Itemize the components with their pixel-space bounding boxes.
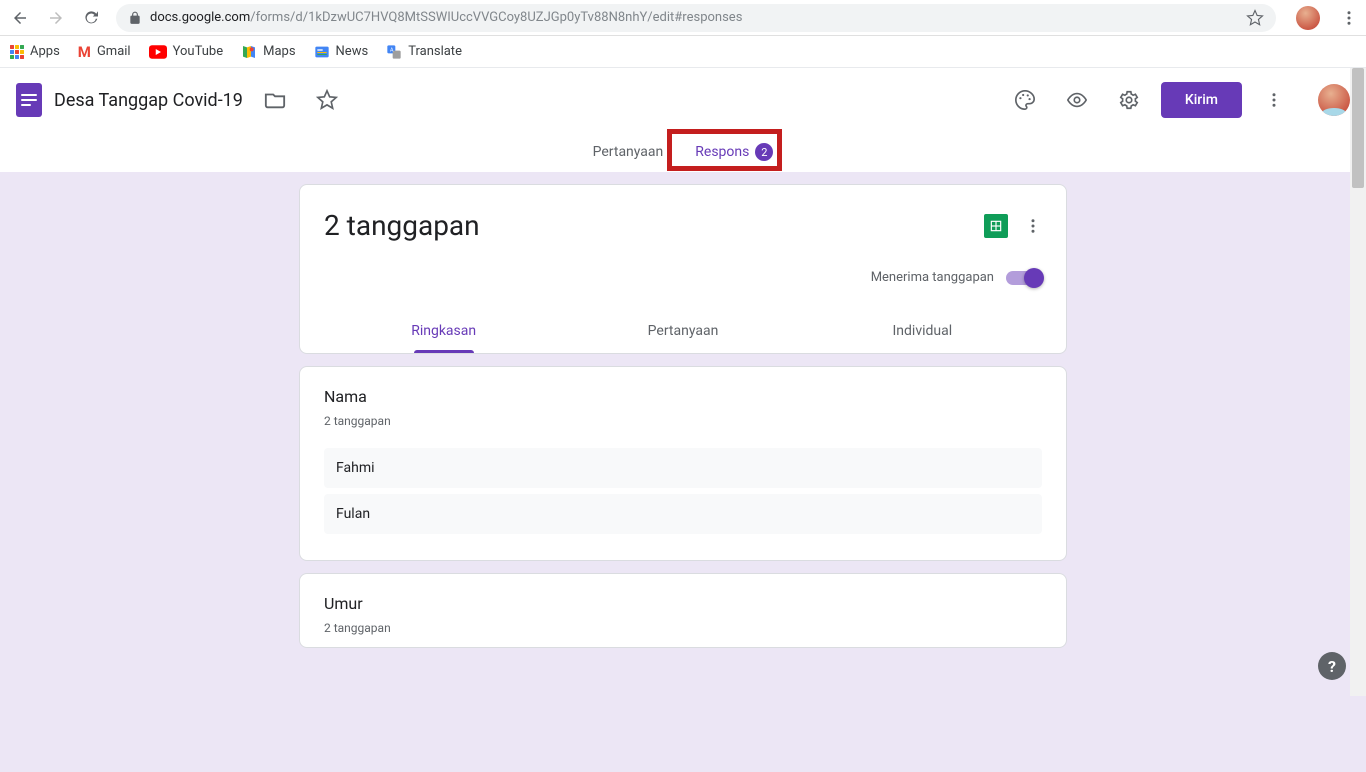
- gmail-icon: M: [78, 43, 91, 61]
- svg-text:A: A: [390, 47, 394, 53]
- news-icon: [314, 44, 330, 60]
- content-area: 2 tanggapan Menerima tanggapan Ringkasan…: [0, 172, 1366, 772]
- settings-icon[interactable]: [1109, 80, 1149, 120]
- address-bar[interactable]: docs.google.com/forms/d/1kDzwUC7HVQ8MtSS…: [116, 4, 1276, 32]
- scrollbar-thumb[interactable]: [1352, 68, 1364, 188]
- subtab-individual[interactable]: Individual: [803, 309, 1042, 353]
- bookmark-apps[interactable]: Apps: [10, 44, 60, 59]
- bookmark-label: Gmail: [97, 44, 131, 59]
- palette-icon[interactable]: [1005, 80, 1045, 120]
- forms-header: Desa Tanggap Covid-19 Kirim: [0, 68, 1366, 132]
- answer-row: Fahmi: [324, 448, 1042, 488]
- help-button[interactable]: ?: [1318, 652, 1346, 680]
- bookmark-maps[interactable]: Maps: [241, 44, 295, 60]
- subtab-summary[interactable]: Ringkasan: [324, 309, 563, 353]
- bookmark-label: News: [336, 44, 369, 59]
- question-title: Umur: [324, 594, 1042, 613]
- back-button[interactable]: [8, 6, 32, 30]
- tab-label: Respons: [695, 144, 749, 160]
- forms-logo-icon[interactable]: [16, 83, 42, 117]
- star-icon[interactable]: [307, 80, 347, 120]
- tab-questions[interactable]: Pertanyaan: [581, 132, 676, 172]
- accept-responses-toggle[interactable]: [1006, 271, 1042, 285]
- question-subtitle: 2 tanggapan: [324, 621, 1042, 635]
- apps-icon: [10, 45, 24, 59]
- browser-toolbar: docs.google.com/forms/d/1kDzwUC7HVQ8MtSS…: [0, 0, 1366, 36]
- more-icon[interactable]: [1254, 80, 1294, 120]
- browser-menu-icon[interactable]: [1340, 9, 1358, 27]
- responses-heading: 2 tanggapan: [324, 209, 480, 242]
- reload-button[interactable]: [80, 6, 104, 30]
- responses-badge: 2: [755, 143, 773, 161]
- subtab-question[interactable]: Pertanyaan: [563, 309, 802, 353]
- maps-icon: [241, 44, 257, 60]
- browser-profile-avatar[interactable]: [1296, 6, 1320, 30]
- bookmark-gmail[interactable]: M Gmail: [78, 43, 131, 61]
- bookmark-label: YouTube: [173, 44, 224, 59]
- bookmark-star-icon[interactable]: [1246, 9, 1264, 27]
- question-subtitle: 2 tanggapan: [324, 414, 1042, 428]
- answer-row: Fulan: [324, 494, 1042, 534]
- bookmark-label: Maps: [263, 44, 295, 59]
- bookmark-translate[interactable]: A Translate: [386, 44, 462, 60]
- responses-menu-icon[interactable]: [1024, 217, 1042, 235]
- bookmark-youtube[interactable]: YouTube: [149, 44, 224, 59]
- bookmark-label: Apps: [30, 44, 60, 59]
- accept-responses-label: Menerima tanggapan: [871, 270, 994, 285]
- question-title: Nama: [324, 387, 1042, 406]
- lock-icon: [128, 11, 142, 25]
- send-button[interactable]: Kirim: [1161, 82, 1242, 118]
- question-card-nama: Nama 2 tanggapan Fahmi Fulan: [299, 366, 1067, 561]
- preview-icon[interactable]: [1057, 80, 1097, 120]
- form-title[interactable]: Desa Tanggap Covid-19: [54, 90, 243, 111]
- url-text: docs.google.com/forms/d/1kDzwUC7HVQ8MtSS…: [150, 10, 742, 25]
- youtube-icon: [149, 45, 167, 59]
- tab-responses[interactable]: Respons 2: [683, 132, 785, 172]
- bookmark-news[interactable]: News: [314, 44, 369, 60]
- folder-icon[interactable]: [255, 80, 295, 120]
- responses-subtabs: Ringkasan Pertanyaan Individual: [324, 309, 1042, 353]
- form-tabs: Pertanyaan Respons 2: [0, 132, 1366, 172]
- account-avatar[interactable]: [1318, 84, 1350, 116]
- tab-label: Pertanyaan: [593, 144, 664, 160]
- translate-icon: A: [386, 44, 402, 60]
- sheets-icon[interactable]: [984, 214, 1008, 238]
- forward-button[interactable]: [44, 6, 68, 30]
- responses-summary-card: 2 tanggapan Menerima tanggapan Ringkasan…: [299, 184, 1067, 354]
- bookmarks-bar: Apps M Gmail YouTube Maps News A Transla…: [0, 36, 1366, 68]
- question-card-umur: Umur 2 tanggapan: [299, 573, 1067, 648]
- scrollbar[interactable]: [1350, 68, 1366, 696]
- bookmark-label: Translate: [408, 44, 462, 59]
